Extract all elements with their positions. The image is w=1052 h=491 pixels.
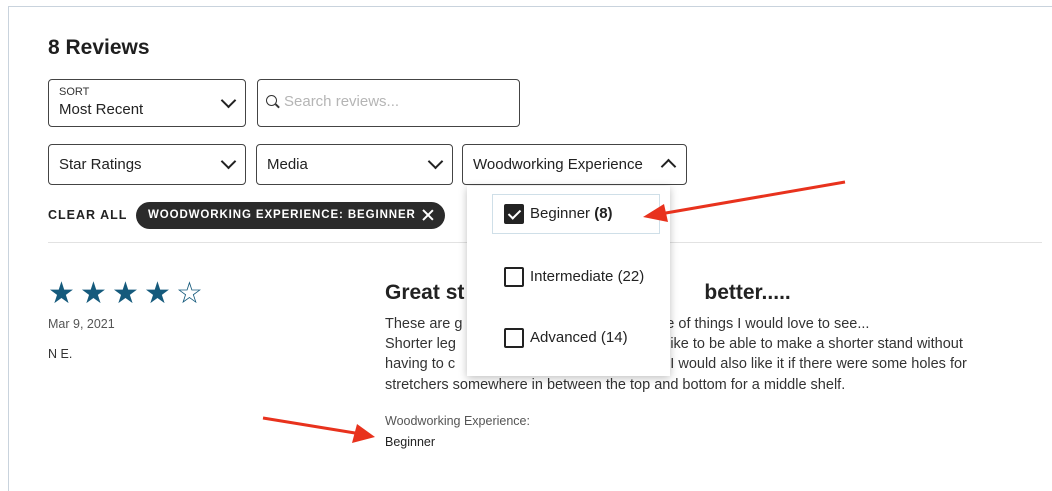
arrow-to-beginner-option <box>643 180 846 222</box>
annotation-arrows <box>262 180 846 443</box>
arrow-to-experience-value <box>262 416 375 443</box>
